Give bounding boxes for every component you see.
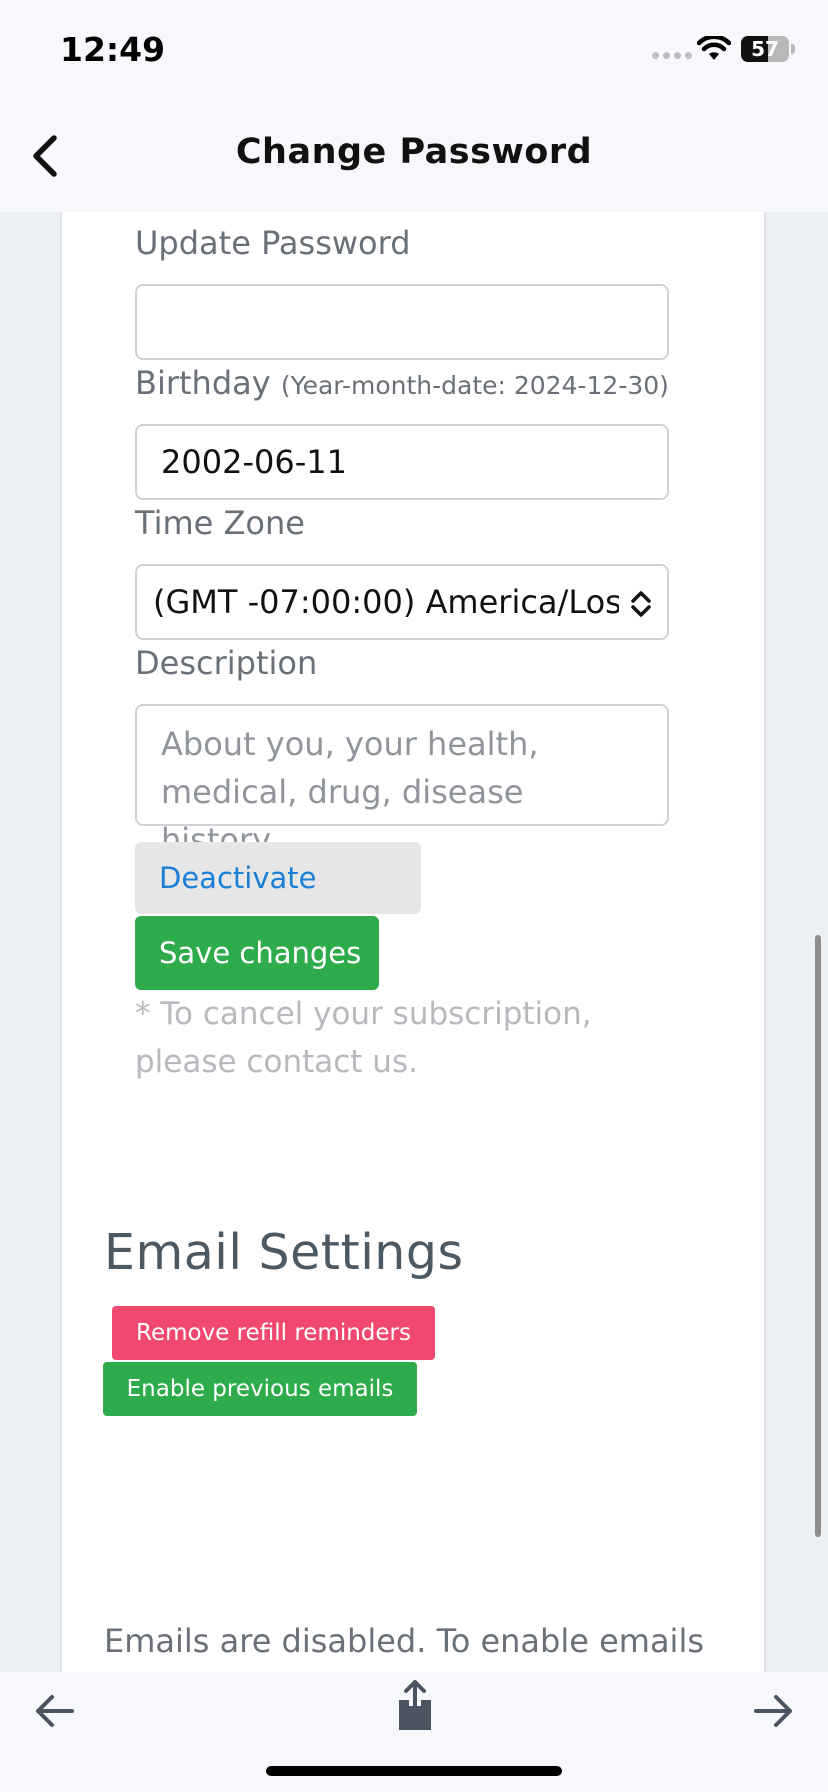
save-changes-button[interactable]: Save changes	[135, 916, 379, 990]
page-title: Change Password	[235, 132, 593, 172]
status-time: 12:49	[60, 30, 166, 69]
status-bar: 12:49 57	[0, 0, 828, 100]
browser-forward-button[interactable]	[748, 1686, 798, 1736]
share-button[interactable]	[390, 1678, 440, 1734]
update-password-input[interactable]	[135, 284, 669, 360]
remove-refill-reminders-button[interactable]: Remove refill reminders	[112, 1306, 435, 1360]
timezone-label: Time Zone	[135, 504, 305, 542]
description-label: Description	[135, 644, 318, 682]
chevron-up-down-icon	[631, 591, 651, 617]
browser-back-button[interactable]	[30, 1686, 80, 1736]
description-textarea[interactable]: About you, your health, medical, drug, d…	[135, 704, 669, 859]
navigation-bar: Change Password	[0, 100, 828, 212]
timezone-select[interactable]: (GMT -07:00:00) America/Los_Angeles	[135, 564, 669, 640]
arrow-left-icon	[36, 1695, 74, 1727]
battery-tip	[791, 44, 795, 54]
share-icon	[399, 1680, 431, 1730]
arrow-right-icon	[754, 1695, 792, 1727]
browser-toolbar	[0, 1672, 828, 1792]
birthday-input[interactable]: 2002-06-11	[135, 424, 669, 500]
home-indicator	[266, 1766, 562, 1776]
scrollbar[interactable]	[815, 935, 821, 1537]
birthday-label-text: Birthday	[135, 364, 271, 402]
birthday-label: Birthday (Year-month-date: 2024-12-30)	[135, 364, 669, 402]
emails-disabled-note: Emails are disabled. To enable emails	[104, 1622, 704, 1660]
enable-previous-emails-button[interactable]: Enable previous emails	[103, 1362, 417, 1416]
cellular-signal-icon	[652, 52, 692, 59]
timezone-value: (GMT -07:00:00) America/Los_Angeles	[153, 583, 619, 621]
email-settings-heading: Email Settings	[104, 1224, 464, 1281]
settings-card: Update Password Birthday (Year-month-dat…	[60, 212, 766, 1672]
wifi-icon	[697, 36, 731, 60]
battery-level: 57	[751, 37, 779, 61]
cancel-subscription-note: * To cancel your subscription, please co…	[135, 996, 592, 1080]
deactivate-account-button[interactable]: Deactivate Account	[135, 842, 421, 967]
update-password-label: Update Password	[135, 224, 411, 262]
birthday-format-hint: (Year-month-date: 2024-12-30)	[280, 371, 669, 400]
battery-icon: 57	[741, 36, 789, 62]
